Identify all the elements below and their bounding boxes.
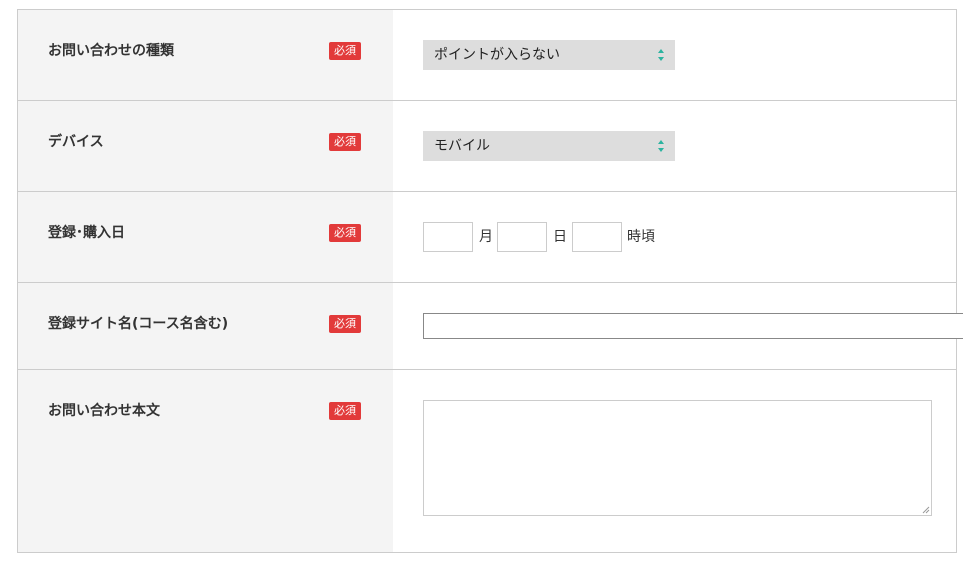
- label-cell: 登録･購入日 必須: [18, 192, 393, 282]
- value-cell: ポイントが入らない: [393, 10, 956, 100]
- message-label: お問い合わせ本文: [48, 403, 160, 419]
- value-cell: 月 日 時頃: [393, 192, 956, 282]
- inquiry-type-select[interactable]: ポイントが入らない: [423, 40, 675, 70]
- form-row-site-name: 登録サイト名(コース名含む) 必須: [18, 283, 963, 370]
- hour-input[interactable]: [572, 222, 622, 252]
- form-row-inquiry-type: お問い合わせの種類 必須 ポイントが入らない: [18, 10, 956, 101]
- form-row-registration-date: 登録･購入日 必須 月 日 時頃: [18, 192, 956, 283]
- contact-form: お問い合わせの種類 必須 ポイントが入らない デバイス 必須 モバイル 登録･購…: [17, 9, 963, 553]
- required-badge: 必須: [329, 42, 361, 60]
- value-cell: [393, 370, 956, 552]
- form-row-message: お問い合わせ本文 必須: [18, 370, 956, 553]
- month-input[interactable]: [423, 222, 473, 252]
- label-cell: お問い合わせの種類 必須: [18, 10, 393, 100]
- message-textarea[interactable]: [423, 400, 932, 516]
- required-badge: 必須: [329, 315, 361, 333]
- value-cell: [393, 283, 963, 369]
- required-badge: 必須: [329, 224, 361, 242]
- value-cell: モバイル: [393, 101, 956, 191]
- up-down-arrows-icon: [658, 140, 664, 152]
- inquiry-type-selected-value: ポイントが入らない: [434, 47, 560, 63]
- registration-date-label: 登録･購入日: [48, 225, 125, 241]
- required-badge: 必須: [329, 402, 361, 420]
- device-label: デバイス: [48, 134, 104, 150]
- site-name-input[interactable]: [423, 313, 963, 339]
- label-cell: お問い合わせ本文 必須: [18, 370, 393, 552]
- required-badge: 必須: [329, 133, 361, 151]
- inquiry-type-label: お問い合わせの種類: [48, 43, 174, 59]
- resize-grip-icon[interactable]: [922, 506, 930, 514]
- label-cell: デバイス 必須: [18, 101, 393, 191]
- day-unit: 日: [553, 229, 567, 245]
- label-cell: 登録サイト名(コース名含む) 必須: [18, 283, 393, 369]
- up-down-arrows-icon: [658, 49, 664, 61]
- form-row-device: デバイス 必須 モバイル: [18, 101, 956, 192]
- hour-unit: 時頃: [627, 229, 655, 245]
- device-select[interactable]: モバイル: [423, 131, 675, 161]
- day-input[interactable]: [497, 222, 547, 252]
- device-selected-value: モバイル: [434, 138, 490, 154]
- month-unit: 月: [479, 229, 493, 245]
- site-name-label: 登録サイト名(コース名含む): [48, 316, 229, 332]
